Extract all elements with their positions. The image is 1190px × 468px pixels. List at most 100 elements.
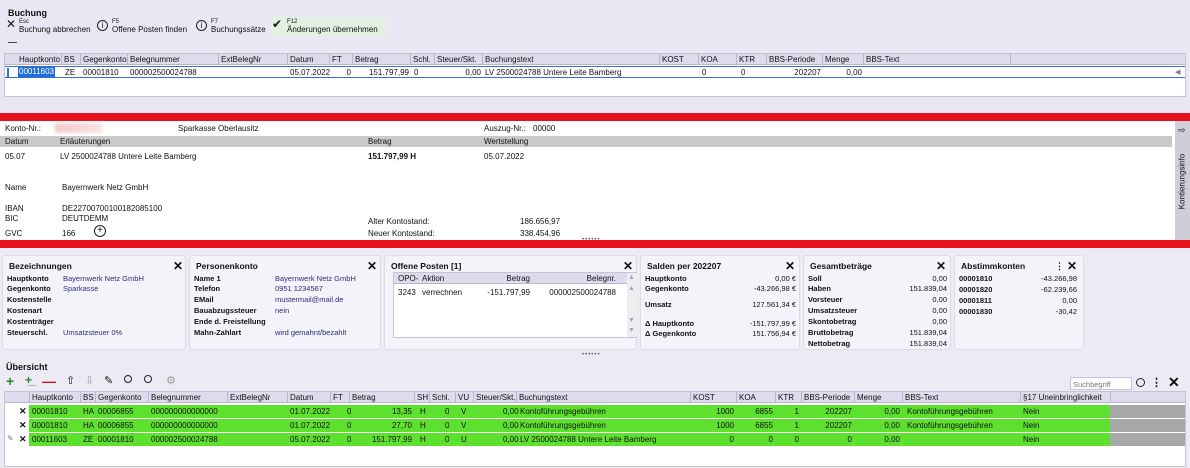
close-icon[interactable]: ✕ [1067, 259, 1077, 273]
col-extbelegnr[interactable]: ExtBelegNr [221, 55, 261, 64]
col-bbs-text[interactable]: BBS-Text [866, 55, 899, 64]
col-bbs-text[interactable]: BBS-Text [905, 393, 938, 402]
collapse-line-icon[interactable] [8, 42, 17, 43]
col-bs[interactable]: BS [83, 393, 94, 402]
table-row[interactable]: ✎ ✕ 00011603 ZE 00001810 000002500024788… [5, 433, 1185, 446]
add-circle-icon[interactable]: + [94, 225, 106, 237]
buchungstext-cell[interactable]: LV 2500024788 Untere Leite Bamberg [485, 68, 621, 77]
col-betrag[interactable]: Betrag [355, 55, 379, 64]
col-ktr[interactable]: KTR [739, 55, 755, 64]
delete-row-icon[interactable]: ✕ [19, 420, 27, 431]
kontierungsinfo-tab[interactable]: ⇨ Kontierungsinfo [1175, 121, 1190, 240]
col-datum[interactable]: Datum [290, 393, 314, 402]
col-vu[interactable]: VU [458, 393, 469, 402]
koa-cell[interactable]: 0 [702, 68, 706, 77]
col-aktion[interactable]: Aktion [422, 274, 444, 283]
col-hauptkonto[interactable]: Hauptkonto [32, 393, 73, 402]
open-item-row[interactable]: 3243 verrechnen -151.797,99 000002500024… [394, 287, 627, 298]
col-ft[interactable]: FT [332, 55, 342, 64]
scroll-down-icon[interactable]: ▼ [628, 327, 635, 334]
posting-records-button[interactable]: i F7 Buchungssätze [196, 18, 271, 36]
col-menge[interactable]: Menge [857, 393, 881, 402]
col-kost[interactable]: KOST [693, 393, 715, 402]
col-belegnummer[interactable]: Belegnummer [130, 55, 180, 64]
search-settings-icon[interactable] [144, 375, 152, 383]
col-bbs-periode[interactable]: BBS-Periode [804, 393, 850, 402]
col-opo[interactable]: OPO- [398, 274, 418, 283]
close-icon[interactable]: ✕ [173, 259, 183, 273]
col-betrag[interactable]: Betrag [352, 393, 376, 402]
col-steuer[interactable]: Steuer/Skt. [476, 393, 516, 402]
add-split-icon[interactable]: +̲ [25, 373, 32, 387]
close-icon[interactable]: ✕ [936, 259, 946, 273]
edit-pencil-icon[interactable]: ✎ [7, 434, 14, 443]
more-vertical-icon[interactable]: ⋮ [1055, 261, 1064, 272]
entry-row[interactable]: 00011603 ZE 00001810 000002500024788 05.… [5, 66, 1185, 78]
col-menge[interactable]: Menge [825, 55, 849, 64]
col-ft[interactable]: FT [333, 393, 343, 402]
col-datum[interactable]: Datum [290, 55, 314, 64]
steuer-cell[interactable]: 0,00 [434, 68, 481, 77]
ktr-cell[interactable]: 0 [741, 68, 745, 77]
hauptkonto-input[interactable]: 00011603 [18, 67, 55, 77]
gegenkonto-cell[interactable]: 00001810 [83, 68, 119, 77]
col-koa[interactable]: KOA [739, 393, 756, 402]
col-buchungstext[interactable]: Buchungstext [519, 393, 567, 402]
col-belegnr[interactable]: Belegnr. [534, 274, 616, 283]
scroll-up-icon[interactable]: ▲ [628, 285, 635, 292]
close-icon[interactable]: ✕ [623, 259, 633, 273]
search-icon[interactable] [1136, 378, 1145, 387]
close-icon[interactable]: ✕ [367, 259, 377, 273]
col-buchungstext[interactable]: Buchungstext [485, 55, 533, 64]
apply-changes-button[interactable]: ✔ F12 Änderungen übernehmen [271, 17, 386, 37]
search-icon[interactable] [124, 375, 132, 383]
col-uneinbringlichkeit[interactable]: §17 Uneinbringlichkeit [1023, 393, 1102, 402]
move-down-icon[interactable]: ⇩ [85, 374, 94, 387]
col-koa[interactable]: KOA [701, 55, 718, 64]
betrag-cell[interactable]: 151.797,99 [352, 68, 409, 77]
col-sh[interactable]: SH [417, 393, 428, 402]
col-hauptkonto[interactable]: Hauptkonto [19, 55, 60, 64]
col-kost[interactable]: KOST [662, 55, 684, 64]
bs-cell[interactable]: ZE [65, 68, 75, 77]
col-bs[interactable]: BS [64, 55, 75, 64]
delete-row-icon[interactable]: ✕ [19, 406, 27, 417]
col-schl[interactable]: Schl. [413, 55, 431, 64]
col-ktr[interactable]: KTR [778, 393, 794, 402]
datum-cell[interactable]: 05.07.2022 [290, 68, 330, 77]
search-input[interactable]: Suchbegriff [1070, 377, 1132, 390]
scroll-up-icon[interactable]: ▲ [628, 274, 635, 281]
move-up-icon[interactable]: ⇧ [66, 374, 75, 387]
ft-cell[interactable]: 0 [329, 68, 351, 77]
menge-cell[interactable]: 0,00 [822, 68, 862, 77]
resize-grip-icon[interactable]: •••••• [582, 352, 606, 358]
col-gegenkonto[interactable]: Gegenkonto [83, 55, 127, 64]
col-belegnummer[interactable]: Belegnummer [151, 393, 201, 402]
col-schl[interactable]: Schl. [432, 393, 450, 402]
table-row[interactable]: ✕ 00001810 HA 00006855 000000000000000 0… [5, 419, 1185, 432]
more-vertical-icon[interactable]: ⋮ [1151, 376, 1162, 389]
remove-icon[interactable]: — [42, 373, 56, 389]
gear-icon[interactable]: ⚙ [166, 374, 176, 387]
value-mahn-zahlart: wird gemahnt/bezahlt [275, 328, 347, 337]
scrollbar[interactable]: ▲ ▲ ▼ ▼ [627, 273, 637, 337]
close-icon[interactable]: ✕ [1168, 374, 1180, 391]
value-email[interactable]: mustermail@mail.de [275, 295, 343, 304]
col-betrag[interactable]: Betrag [484, 274, 530, 283]
col-steuer[interactable]: Steuer/Skt. [437, 55, 477, 64]
add-icon[interactable]: + [6, 373, 14, 389]
edit-pencil-icon[interactable]: ✎ [104, 374, 113, 387]
col-gegenkonto[interactable]: Gegenkonto [98, 393, 142, 402]
scroll-down-icon[interactable]: ▼ [628, 317, 635, 324]
bbs-periode-cell[interactable]: 202207 [766, 68, 821, 77]
belegnummer-cell[interactable]: 000002500024788 [130, 68, 197, 77]
col-bbs-periode[interactable]: BBS-Periode [769, 55, 815, 64]
delete-row-icon[interactable]: ✕ [19, 434, 27, 445]
close-icon[interactable]: ✕ [785, 259, 795, 273]
col-extbelegnr[interactable]: ExtBelegNr [230, 393, 270, 402]
cell-datum: 05.07.2022 [290, 435, 331, 444]
table-row[interactable]: ✕ 00001810 HA 00006855 000000000000000 0… [5, 405, 1185, 418]
schl-cell[interactable]: 0 [414, 68, 418, 77]
aktion-cell[interactable]: verrechnen [422, 288, 462, 297]
find-open-items-button[interactable]: i F5 Offene Posten finden [97, 18, 192, 36]
